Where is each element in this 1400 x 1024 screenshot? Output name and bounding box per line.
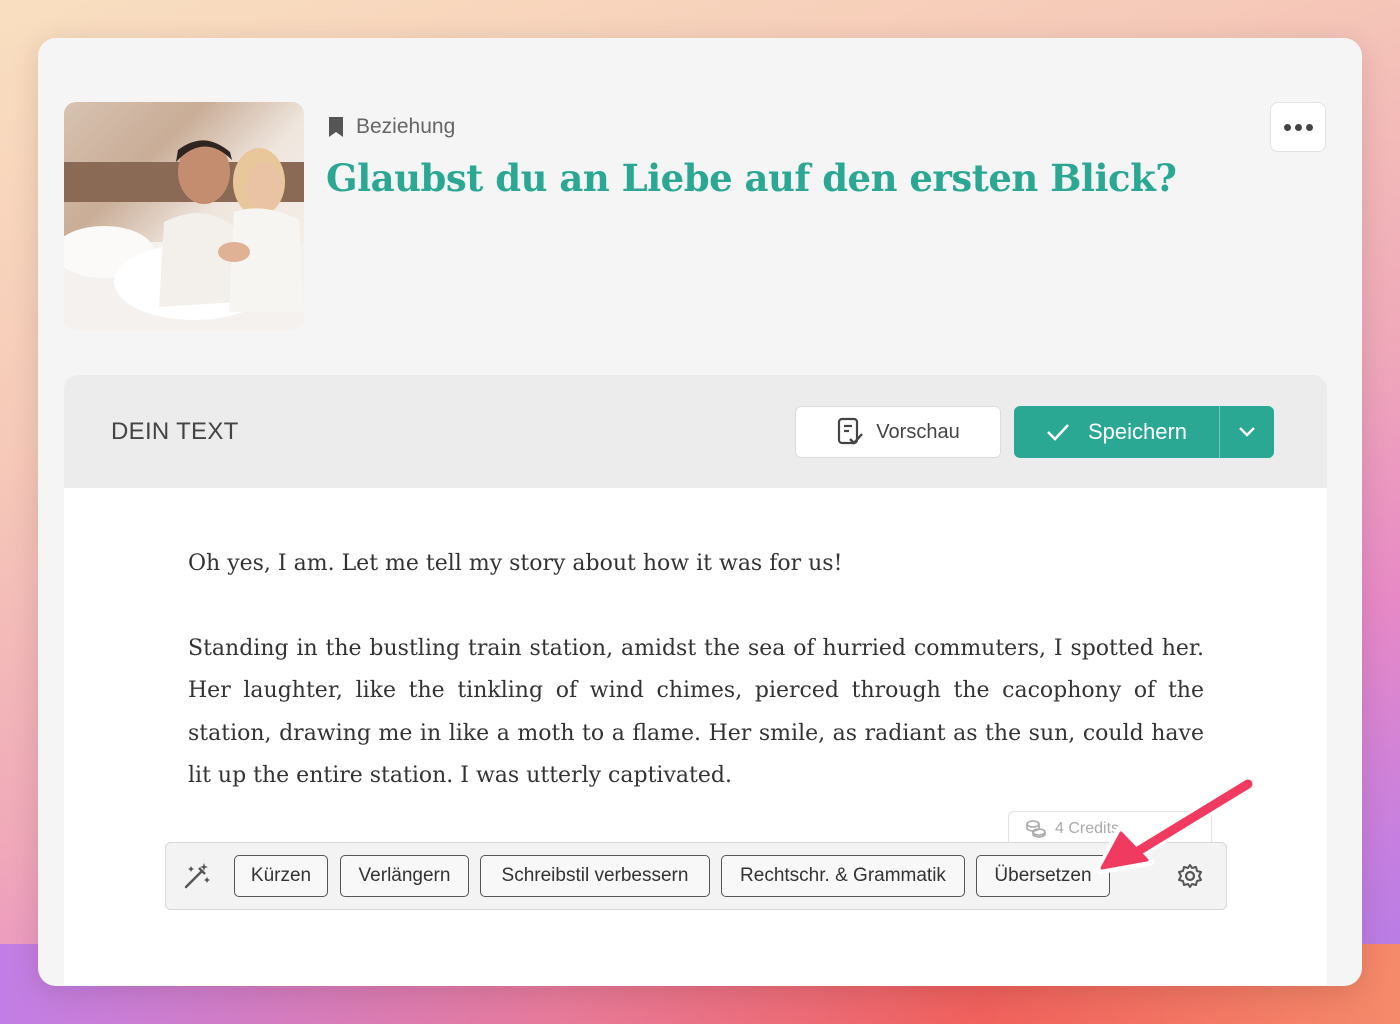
paragraph: Standing in the bustling train station, … <box>188 635 1204 789</box>
credits-text: 4 Credits <box>1055 819 1120 837</box>
improve-style-button[interactable]: Schreibstil verbessern <box>480 855 710 897</box>
chevron-down-icon <box>1239 427 1255 437</box>
ai-toolbar: Kürzen Verlängern Schreibstil verbessern… <box>165 842 1227 910</box>
paragraph: Oh yes, I am. Let me tell my story about… <box>188 551 843 576</box>
editor-content[interactable]: Oh yes, I am. Let me tell my story about… <box>188 543 1204 798</box>
magic-wand-icon[interactable] <box>182 861 212 891</box>
coins-icon <box>1026 819 1046 838</box>
editor-label: DEIN TEXT <box>111 418 239 445</box>
app-window: Beziehung Glaubst du an Liebe auf den er… <box>38 38 1362 986</box>
article-image <box>64 102 304 330</box>
page-title: Glaubst du an Liebe auf den ersten Blick… <box>326 156 1177 200</box>
bookmark-icon <box>329 117 343 137</box>
lengthen-button[interactable]: Verlängern <box>340 855 469 897</box>
save-button-group: Speichern <box>1014 406 1274 458</box>
category-label: Beziehung <box>356 115 456 138</box>
preview-label: Vorschau <box>876 420 960 443</box>
shorten-button[interactable]: Kürzen <box>234 855 328 897</box>
grammar-button[interactable]: Rechtschr. & Grammatik <box>721 855 965 897</box>
credits-badge: 4 Credits <box>1008 811 1212 845</box>
check-icon <box>1047 424 1069 441</box>
preview-button[interactable]: Vorschau <box>795 406 1001 458</box>
save-button[interactable]: Speichern <box>1014 406 1220 458</box>
translate-button[interactable]: Übersetzen <box>976 855 1110 897</box>
editor-header: DEIN TEXT Vorschau Speichern <box>64 375 1327 488</box>
more-horizontal-icon <box>1283 123 1291 131</box>
save-label: Speichern <box>1087 419 1188 444</box>
gear-icon[interactable] <box>1176 862 1204 890</box>
text-editor: DEIN TEXT Vorschau Speichern Oh yes, I a… <box>64 375 1327 986</box>
save-options-button[interactable] <box>1220 406 1274 458</box>
category-tag[interactable]: Beziehung <box>328 114 455 140</box>
more-options-button[interactable] <box>1270 102 1326 152</box>
document-check-icon <box>838 417 864 445</box>
